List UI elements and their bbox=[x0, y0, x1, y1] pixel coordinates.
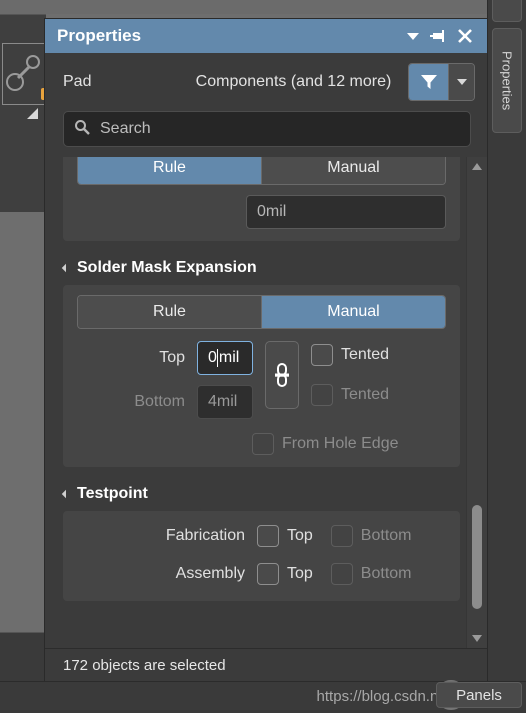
close-icon[interactable] bbox=[453, 24, 477, 48]
editor-status-left: Mecha bbox=[0, 632, 46, 683]
page-title: Properties bbox=[57, 26, 142, 45]
panel-body: Rule Manual 0mil Solder Mask Expansion R… bbox=[45, 157, 487, 648]
sme-mode-manual[interactable]: Manual bbox=[261, 296, 445, 328]
scroll-down-arrow[interactable] bbox=[472, 635, 482, 642]
sme-bottom-tented-label: Tented bbox=[341, 386, 390, 403]
vertical-tab-properties-label: Properties bbox=[499, 50, 515, 111]
dock-pin-icon[interactable] bbox=[427, 24, 451, 48]
testpoint-assembly-top-label: Top bbox=[287, 565, 313, 582]
selection-scope-label: Components (and 12 more) bbox=[195, 73, 392, 90]
panels-button[interactable]: Panels bbox=[436, 682, 522, 708]
properties-panel: Properties Pad Components (and 12 more) … bbox=[44, 18, 488, 682]
sme-mode-segmented: Rule Manual bbox=[77, 295, 446, 329]
scroll-up-arrow[interactable] bbox=[472, 163, 482, 170]
filter-funnel-icon[interactable] bbox=[409, 64, 448, 100]
testpoint-assembly-label: Assembly bbox=[175, 565, 245, 582]
editor-canvas-sliver[interactable] bbox=[0, 14, 46, 213]
section-header-testpoint[interactable]: Testpoint bbox=[61, 485, 460, 503]
scrollbar-thumb[interactable] bbox=[472, 505, 482, 609]
section-title-solder-mask-expansion: Solder Mask Expansion bbox=[77, 259, 257, 276]
sme-top-value-input[interactable]: 0 mil bbox=[197, 341, 253, 375]
testpoint-fabrication-bottom-label: Bottom bbox=[360, 527, 412, 544]
from-hole-edge-checkbox[interactable] bbox=[252, 433, 274, 455]
chain-link-icon[interactable] bbox=[265, 341, 299, 409]
chevron-down-icon bbox=[456, 79, 467, 85]
sme-top-label: Top bbox=[159, 349, 185, 366]
sme-mode-rule[interactable]: Rule bbox=[78, 296, 261, 328]
screen: Mecha Properties Properties bbox=[0, 0, 526, 713]
testpoint-assembly-bottom-checkbox[interactable] bbox=[330, 563, 353, 585]
partial-mode-manual[interactable]: Manual bbox=[261, 157, 445, 184]
sme-bottom-tented-checkbox[interactable] bbox=[311, 384, 333, 406]
section-title-testpoint: Testpoint bbox=[77, 485, 148, 502]
pad-via-icon bbox=[2, 43, 46, 105]
partial-value-field[interactable]: 0mil bbox=[246, 195, 446, 229]
section-header-solder-mask-expansion[interactable]: Solder Mask Expansion bbox=[61, 259, 460, 277]
solder-mask-expansion-card: Rule Manual Top 0 mil Bottom 4mil Tented… bbox=[63, 285, 460, 467]
filter-control-group bbox=[408, 63, 475, 101]
testpoint-assembly-top-checkbox[interactable] bbox=[257, 563, 279, 585]
partial-mode-rule[interactable]: Rule bbox=[78, 157, 261, 184]
status-badge: 172 objects are selected bbox=[45, 648, 487, 681]
partial-mode-segmented: Rule Manual bbox=[77, 157, 446, 185]
testpoint-fabrication-top-label: Top bbox=[287, 527, 313, 544]
sme-top-tented-checkbox[interactable] bbox=[311, 344, 333, 366]
panel-title-bar: Properties bbox=[45, 19, 487, 53]
filter-dropdown-caret[interactable] bbox=[448, 64, 474, 100]
background-lower bbox=[0, 212, 46, 632]
sme-bottom-label: Bottom bbox=[134, 393, 185, 410]
testpoint-assembly-bottom-label: Bottom bbox=[360, 565, 412, 582]
testpoint-fabrication-bottom-checkbox[interactable] bbox=[330, 525, 353, 547]
panel-header: Pad Components (and 12 more) bbox=[45, 53, 487, 111]
right-tab-strip: Properties bbox=[487, 0, 526, 682]
testpoint-fabrication-top-checkbox[interactable] bbox=[257, 525, 279, 547]
from-hole-edge-label: From Hole Edge bbox=[282, 435, 399, 452]
panel-vertical-scrollbar[interactable] bbox=[466, 157, 487, 648]
canvas-corner-triangle bbox=[27, 108, 38, 119]
testpoint-card: Fabrication Top Bottom Assembly Top Bott… bbox=[63, 511, 460, 601]
search-placeholder: Search bbox=[100, 120, 151, 137]
triangle-expanded-icon bbox=[61, 489, 71, 499]
search-icon bbox=[74, 119, 90, 140]
search-row: Search bbox=[45, 111, 487, 157]
sme-top-tented-label: Tented bbox=[341, 346, 390, 363]
search-input[interactable]: Search bbox=[63, 111, 471, 147]
vertical-tab-cutoff[interactable] bbox=[492, 0, 522, 22]
triangle-expanded-icon bbox=[61, 263, 71, 273]
background-top-strip bbox=[0, 0, 526, 14]
sme-top-value-text: 0 mil bbox=[208, 348, 240, 367]
chevron-down-icon[interactable] bbox=[401, 24, 425, 48]
partial-top-section-card: Rule Manual 0mil bbox=[63, 157, 460, 241]
panel-scroll-content: Rule Manual 0mil Solder Mask Expansion R… bbox=[45, 157, 466, 648]
text-cursor bbox=[216, 348, 218, 367]
vertical-tab-properties[interactable]: Properties bbox=[492, 28, 522, 133]
testpoint-fabrication-label: Fabrication bbox=[165, 527, 245, 544]
object-kind-label: Pad bbox=[63, 73, 92, 90]
sme-bottom-value-input[interactable]: 4mil bbox=[197, 385, 253, 419]
